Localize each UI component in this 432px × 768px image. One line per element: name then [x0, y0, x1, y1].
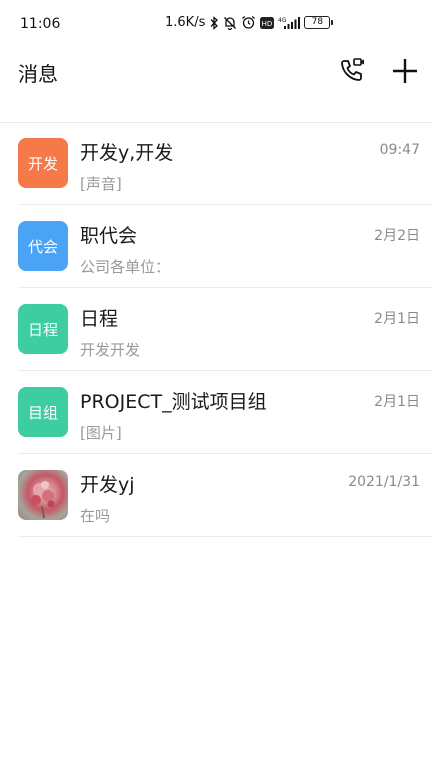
status-time: 11:06 [20, 16, 61, 32]
avatar-label: 日程 [27, 320, 58, 339]
group-avatar: 目组 [18, 387, 68, 437]
svg-text:4G: 4G [278, 17, 287, 24]
add-button[interactable] [390, 56, 420, 86]
conversation-title: 开发y,开发 [80, 142, 174, 164]
conversation-item[interactable]: 开发yj 2021/1/31 在吗 [0, 454, 432, 537]
conversation-title: 职代会 [80, 225, 138, 247]
conversation-preview: [声音] [80, 175, 122, 193]
signal-icon: 4G [278, 16, 301, 30]
conversation-list: 开发 开发y,开发 09:47 [声音] 代会 职代会 2月2日 公司各单位： … [0, 122, 432, 537]
status-icons: 1.6K/s HD 4G 78 [165, 15, 334, 30]
conversation-title: 日程 [80, 308, 119, 330]
phone-call-button[interactable] [338, 56, 366, 84]
app-header: 消息 [0, 50, 432, 123]
plus-icon [393, 59, 417, 83]
conversation-title: PROJECT_测试项目组 [80, 391, 267, 413]
conversation-item[interactable]: 日程 日程 2月1日 开发开发 [0, 288, 432, 371]
conversation-preview: 在吗 [80, 507, 111, 525]
conversation-time: 2月2日 [374, 228, 420, 244]
status-bar: 11:06 1.6K/s HD 4G 78 [0, 0, 432, 50]
svg-text:HD: HD [262, 19, 273, 27]
phone-video-icon [341, 58, 364, 81]
conversation-time: 2021/1/31 [348, 474, 420, 490]
avatar-label: 开发 [27, 154, 58, 173]
conversation-time: 2月1日 [374, 394, 420, 410]
battery-level: 78 [304, 16, 331, 29]
bluetooth-icon [209, 15, 219, 30]
user-photo-avatar [18, 470, 68, 520]
conversation-preview: 开发开发 [80, 341, 141, 359]
conversation-item[interactable]: 代会 职代会 2月2日 公司各单位： [0, 205, 432, 288]
conversation-time: 09:47 [379, 142, 420, 158]
avatar-label: 目组 [27, 403, 58, 422]
conversation-title: 开发yj [80, 474, 135, 496]
conversation-preview: [图片] [80, 424, 122, 442]
conversation-preview: 公司各单位： [80, 258, 171, 276]
hd-icon: HD [260, 16, 275, 29]
conversation-time: 2月1日 [374, 311, 420, 327]
alarm-clock-icon [241, 15, 256, 30]
battery-icon: 78 [304, 16, 334, 29]
conversation-item[interactable]: 目组 PROJECT_测试项目组 2月1日 [图片] [0, 371, 432, 454]
group-avatar: 开发 [18, 138, 68, 188]
flower-photo-icon [31, 481, 55, 519]
network-speed: 1.6K/s [165, 15, 206, 30]
group-avatar: 代会 [18, 221, 68, 271]
divider [18, 536, 432, 537]
mute-bell-icon [223, 16, 237, 30]
conversation-item[interactable]: 开发 开发y,开发 09:47 [声音] [0, 122, 432, 205]
page-title: 消息 [18, 62, 58, 86]
avatar-label: 代会 [27, 237, 58, 256]
group-avatar: 日程 [18, 304, 68, 354]
